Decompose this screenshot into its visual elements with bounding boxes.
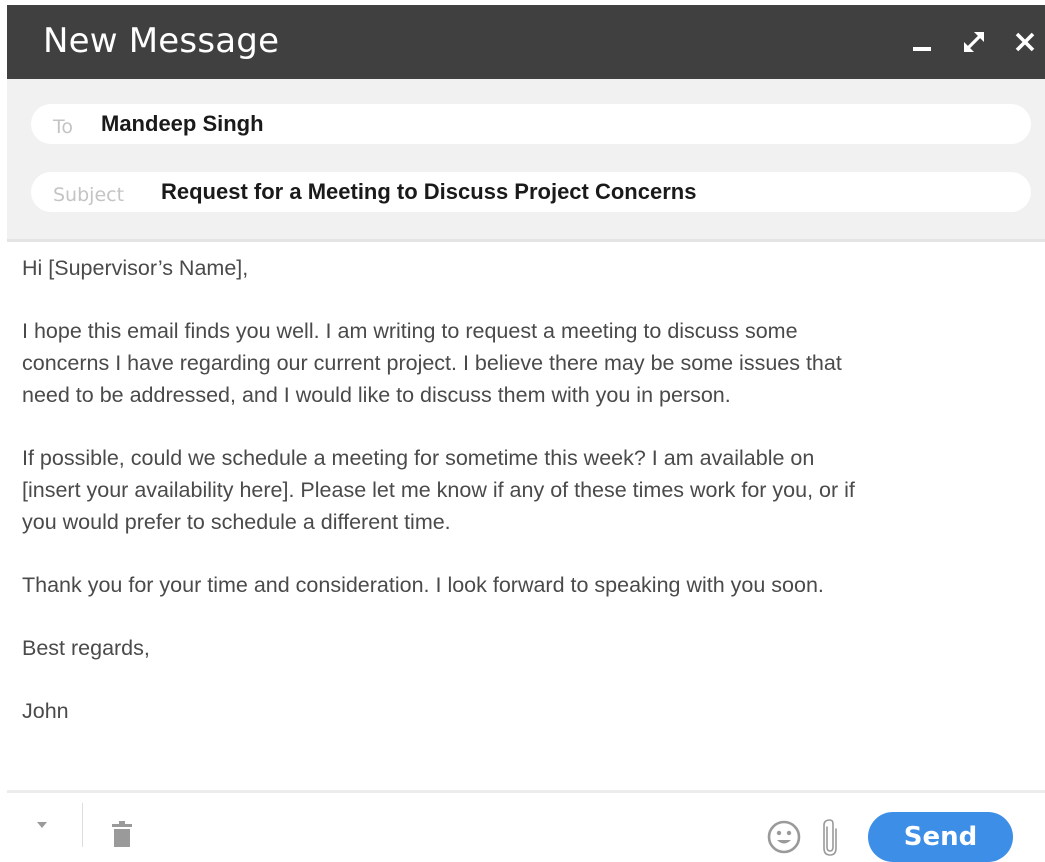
body-line: concerns I have regarding our current pr… <box>22 351 842 375</box>
compose-header: New Message <box>7 5 1045 79</box>
window-title: New Message <box>43 21 280 61</box>
close-icon <box>1015 32 1035 52</box>
body-line: you would prefer to schedule a different… <box>22 510 451 534</box>
attach-button[interactable] <box>820 817 840 857</box>
delete-button[interactable] <box>110 821 134 851</box>
paperclip-icon <box>823 819 837 856</box>
to-label: To <box>53 116 74 138</box>
smiley-icon <box>767 820 801 854</box>
body-paragraph-2: If possible, could we schedule a meeting… <box>22 442 1045 538</box>
body-line: I hope this email finds you well. I am w… <box>22 319 798 343</box>
maximize-button[interactable] <box>954 5 994 79</box>
subject-field[interactable]: Subject Request for a Meeting to Discuss… <box>31 172 1031 212</box>
to-value[interactable]: Mandeep Singh <box>101 104 264 144</box>
subject-label: Subject <box>53 184 125 206</box>
compose-footer: Send <box>0 793 1045 862</box>
body-line: [insert your availability here]. Please … <box>22 478 855 502</box>
body-paragraph-3: Thank you for your time and consideratio… <box>22 573 824 597</box>
subject-value[interactable]: Request for a Meeting to Discuss Project… <box>161 172 696 212</box>
divider <box>7 239 1045 242</box>
closing: Best regards, <box>22 636 150 660</box>
body-line: If possible, could we schedule a meeting… <box>22 446 815 470</box>
message-body[interactable]: Hi [Supervisor’s Name], I hope this emai… <box>22 252 1045 758</box>
signature: John <box>22 699 69 723</box>
expand-icon <box>964 32 984 52</box>
to-field[interactable]: To Mandeep Singh <box>31 104 1031 144</box>
emoji-button[interactable] <box>766 819 802 855</box>
body-line: need to be addressed, and I would like t… <box>22 383 731 407</box>
body-paragraph-1: I hope this email finds you well. I am w… <box>22 315 1045 411</box>
greeting: Hi [Supervisor’s Name], <box>22 256 249 280</box>
compose-fields: To Mandeep Singh Subject Request for a M… <box>7 79 1045 239</box>
more-options-button[interactable] <box>30 813 54 837</box>
trash-icon <box>112 821 132 847</box>
send-button[interactable]: Send <box>868 812 1013 862</box>
caret-down-icon <box>37 822 47 828</box>
close-button[interactable] <box>1005 5 1045 79</box>
minimize-button[interactable] <box>902 5 942 79</box>
footer-divider <box>82 803 83 847</box>
minimize-icon <box>913 47 931 51</box>
